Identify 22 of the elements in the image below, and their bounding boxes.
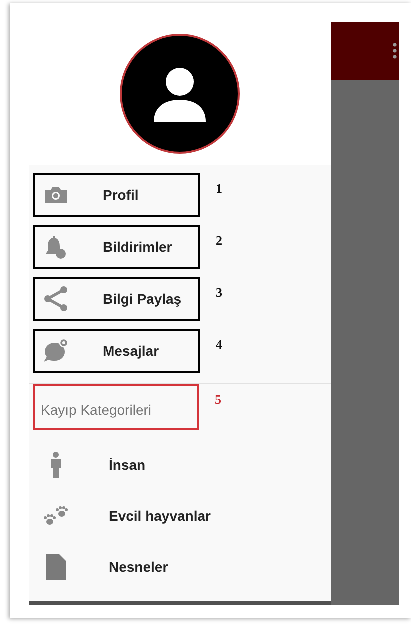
document-icon: [46, 554, 66, 580]
category-item[interactable]: Nesneler: [29, 541, 331, 592]
category-item[interactable]: Evcil hayvanlar: [29, 490, 331, 541]
menu-item[interactable]: Bilgi Paylaş: [33, 277, 200, 321]
menu-item[interactable]: Mesajlar: [33, 329, 200, 373]
menu-item[interactable]: Bildirimler: [33, 225, 200, 269]
annotation-number: 2: [216, 233, 222, 249]
annotation-number: 4: [216, 337, 222, 353]
annotation-number: 5: [215, 392, 222, 408]
person-silhouette-icon: [154, 66, 206, 122]
menu-item[interactable]: Profil: [33, 173, 200, 217]
person-icon: [50, 452, 62, 478]
share-icon: [43, 286, 69, 312]
chat-bubble-icon: [43, 338, 69, 364]
bell-icon: [44, 235, 68, 259]
section-header: Kayıp Kategorileri: [33, 384, 199, 430]
paw-prints-icon: [43, 504, 69, 526]
annotation-number: 3: [216, 285, 222, 301]
category-item[interactable]: İnsan: [29, 439, 331, 490]
annotation-number: 1: [216, 181, 222, 197]
overflow-menu-icon[interactable]: [393, 42, 397, 60]
camera-icon: [43, 186, 69, 204]
